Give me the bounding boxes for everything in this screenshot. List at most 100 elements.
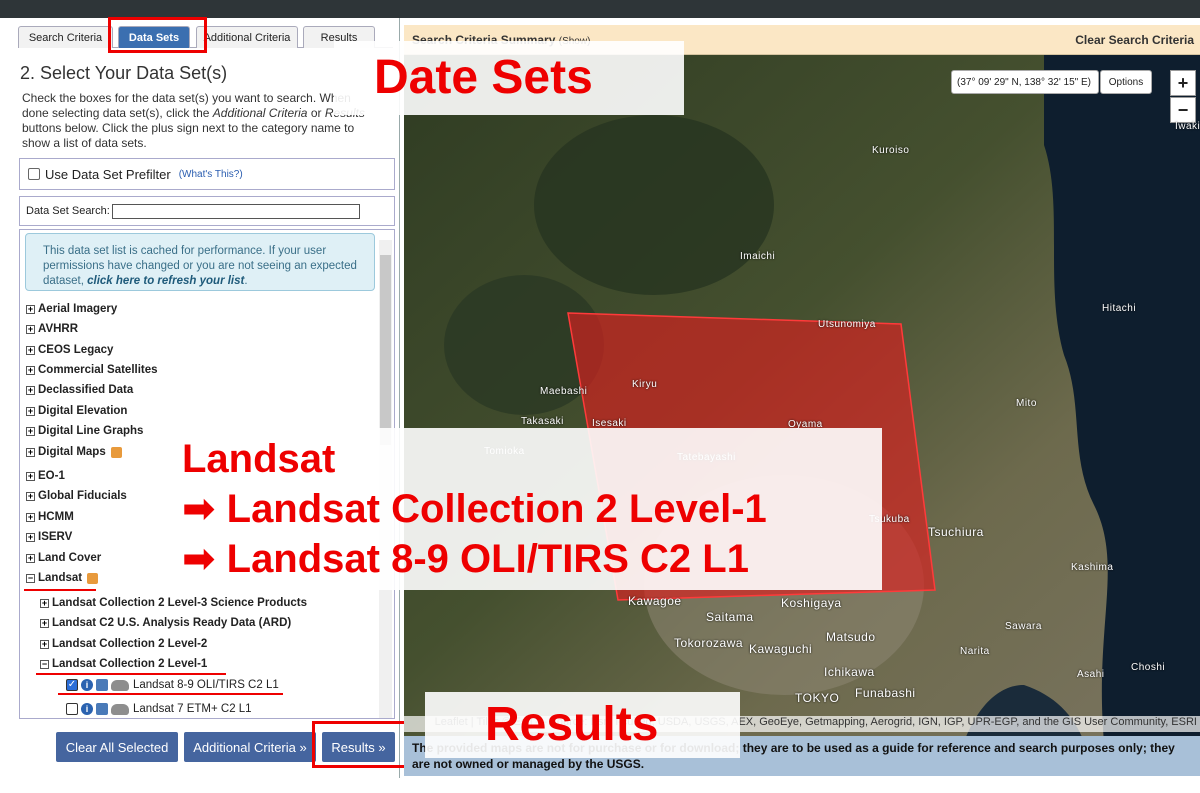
section-title: 2. Select Your Data Set(s) bbox=[20, 63, 228, 83]
expand-icon[interactable]: + bbox=[26, 426, 35, 436]
clear-search-criteria-link[interactable]: Clear Search Criteria bbox=[1075, 33, 1194, 47]
category-label: Land Cover bbox=[38, 552, 102, 564]
city-label: Kiryu bbox=[632, 379, 658, 390]
annotation-oli-line: ➡ Landsat 8-9 OLI/TIRS C2 L1 bbox=[182, 537, 749, 581]
tab-search-criteria[interactable]: Search Criteria bbox=[18, 26, 113, 48]
category-landsat[interactable]: − Landsat bbox=[26, 572, 99, 584]
category-label: Global Fiducials bbox=[38, 490, 127, 502]
dataset-checkbox[interactable]: ✓ bbox=[66, 679, 78, 691]
subcategory-item[interactable]: + Landsat C2 U.S. Analysis Ready Data (AR… bbox=[40, 617, 291, 629]
rss-icon[interactable] bbox=[110, 446, 122, 458]
dataset-label: Landsat 8-9 OLI/TIRS C2 L1 bbox=[133, 679, 279, 691]
metadata-icon[interactable] bbox=[96, 679, 108, 691]
info-icon[interactable]: i bbox=[81, 679, 93, 691]
city-label: Maebashi bbox=[540, 386, 588, 397]
underline-landsat bbox=[24, 589, 96, 591]
collapse-icon[interactable]: − bbox=[26, 573, 35, 583]
city-label: Narita bbox=[960, 646, 990, 657]
city-label: Koshigaya bbox=[781, 596, 842, 610]
zoom-out-button[interactable]: − bbox=[1170, 97, 1196, 123]
whats-this-link[interactable]: (What's This?) bbox=[179, 169, 243, 180]
info-icon[interactable]: i bbox=[81, 703, 93, 715]
category-aerial-imagery[interactable]: + Aerial Imagery bbox=[26, 303, 117, 315]
category-digital-elevation[interactable]: + Digital Elevation bbox=[26, 405, 127, 417]
category-iserv[interactable]: + ISERV bbox=[26, 531, 72, 543]
expand-icon[interactable]: + bbox=[26, 512, 35, 522]
subcategory-item[interactable]: − Landsat Collection 2 Level-1 bbox=[40, 658, 207, 670]
category-label: Landsat bbox=[38, 572, 83, 584]
expand-icon[interactable]: + bbox=[26, 447, 35, 457]
category-label: AVHRR bbox=[38, 323, 79, 335]
category-avhrr[interactable]: + AVHRR bbox=[26, 323, 78, 335]
expand-icon[interactable]: + bbox=[26, 553, 35, 563]
expand-icon[interactable]: + bbox=[26, 345, 35, 355]
category-label: Digital Elevation bbox=[38, 405, 128, 417]
instructions-text: or bbox=[307, 106, 325, 120]
expand-icon[interactable]: + bbox=[26, 491, 35, 501]
category-label: EO-1 bbox=[38, 470, 65, 482]
city-label: Funabashi bbox=[855, 686, 916, 700]
additional-criteria-button[interactable]: Additional Criteria » bbox=[184, 732, 316, 762]
annotation-date-sets: Date Sets bbox=[334, 41, 684, 115]
dataset-search-box: Data Set Search: bbox=[19, 196, 395, 226]
clear-all-button[interactable]: Clear All Selected bbox=[56, 732, 178, 762]
subcategory-label: Landsat Collection 2 Level-1 bbox=[52, 658, 208, 670]
dataset-label: Landsat 7 ETM+ C2 L1 bbox=[133, 703, 252, 715]
city-label: Iwaki bbox=[1175, 121, 1200, 132]
city-label: Ichikawa bbox=[824, 665, 875, 679]
expand-icon[interactable]: + bbox=[26, 385, 35, 395]
city-label: Choshi bbox=[1131, 662, 1166, 673]
expand-icon[interactable]: + bbox=[26, 365, 35, 375]
tab-additional-criteria[interactable]: Additional Criteria bbox=[196, 26, 298, 48]
annotation-landsat: Landsat ➡ Landsat Collection 2 Level-1 ➡… bbox=[170, 428, 882, 590]
expand-icon[interactable]: + bbox=[26, 406, 35, 416]
dataset-search-input[interactable] bbox=[111, 203, 360, 219]
category-hcmm[interactable]: + HCMM bbox=[26, 511, 74, 523]
category-ceos-legacy[interactable]: + CEOS Legacy bbox=[26, 344, 113, 356]
city-label: Kashima bbox=[1071, 562, 1114, 573]
dataset-item[interactable]: i Landsat 7 ETM+ C2 L1 bbox=[66, 703, 252, 715]
subcategory-item[interactable]: + Landsat Collection 2 Level-2 bbox=[40, 638, 207, 650]
city-label: Asahi bbox=[1077, 669, 1105, 680]
category-global-fiducials[interactable]: + Global Fiducials bbox=[26, 490, 127, 502]
annotation-landsat-line: Landsat bbox=[182, 437, 336, 481]
category-eo-1[interactable]: + EO-1 bbox=[26, 470, 65, 482]
expand-icon[interactable]: + bbox=[26, 532, 35, 542]
category-digital-maps[interactable]: + Digital Maps bbox=[26, 446, 122, 458]
expand-icon[interactable]: + bbox=[26, 304, 35, 314]
scrollbar-thumb[interactable] bbox=[380, 255, 391, 445]
rss-icon[interactable] bbox=[87, 572, 99, 584]
prefilter-box: Use Data Set Prefilter (What's This?) bbox=[19, 158, 395, 190]
subcategory-label: Landsat Collection 2 Level-3 Science Pro… bbox=[52, 597, 307, 609]
category-declassified-data[interactable]: + Declassified Data bbox=[26, 384, 133, 396]
category-label: Aerial Imagery bbox=[38, 303, 118, 315]
map-view[interactable] bbox=[404, 25, 1200, 742]
category-label: ISERV bbox=[38, 531, 73, 543]
category-label: Declassified Data bbox=[38, 384, 134, 396]
refresh-list-link[interactable]: click here to refresh your list bbox=[87, 275, 244, 287]
annotation-results: Results bbox=[425, 692, 740, 758]
category-label: Commercial Satellites bbox=[38, 364, 158, 376]
metadata-icon[interactable] bbox=[96, 703, 108, 715]
cloud-icon[interactable] bbox=[111, 703, 129, 715]
expand-icon[interactable]: + bbox=[40, 598, 49, 608]
collapse-icon[interactable]: − bbox=[40, 659, 49, 669]
dataset-search-label: Data Set Search: bbox=[26, 205, 110, 217]
subcategory-item[interactable]: + Landsat Collection 2 Level-3 Science Pr… bbox=[40, 597, 307, 609]
expand-icon[interactable]: + bbox=[26, 324, 35, 334]
scene-footprint[interactable] bbox=[404, 25, 1200, 742]
expand-icon[interactable]: + bbox=[40, 639, 49, 649]
cloud-icon[interactable] bbox=[111, 679, 129, 691]
dataset-checkbox[interactable] bbox=[66, 703, 78, 715]
zoom-in-button[interactable]: + bbox=[1170, 70, 1196, 96]
highlight-results-button bbox=[312, 721, 409, 768]
expand-icon[interactable]: + bbox=[26, 471, 35, 481]
expand-icon[interactable]: + bbox=[40, 618, 49, 628]
category-land-cover[interactable]: + Land Cover bbox=[26, 552, 101, 564]
prefilter-checkbox[interactable] bbox=[28, 168, 40, 180]
underline-oli-tirs bbox=[58, 693, 283, 695]
map-options-button[interactable]: Options bbox=[1100, 70, 1152, 94]
category-commercial-satellites[interactable]: + Commercial Satellites bbox=[26, 364, 158, 376]
dataset-item[interactable]: ✓ i Landsat 8-9 OLI/TIRS C2 L1 bbox=[66, 679, 279, 691]
category-digital-line-graphs[interactable]: + Digital Line Graphs bbox=[26, 425, 143, 437]
